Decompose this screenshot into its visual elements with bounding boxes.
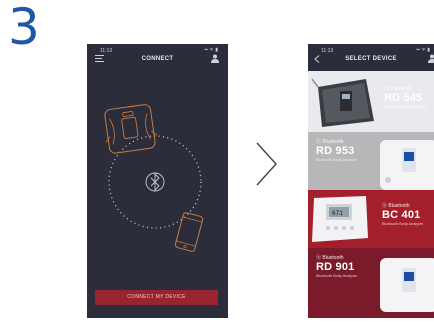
scale-line-art (104, 104, 158, 154)
step-number: 3 (8, 0, 40, 56)
bluetooth-label: ⓑ Bluetooth (316, 255, 344, 261)
model-name: RD 901 (316, 261, 355, 273)
status-bar: 11:13 ▪▪ ᯤ ▮ (87, 44, 228, 56)
model-name: BC 401 (382, 209, 421, 221)
scale-image (380, 258, 434, 312)
model-description: Segmental Body Analyzer (384, 105, 428, 109)
status-bar: 11:13 ▪▪ ᯤ ▮ (308, 44, 434, 56)
status-time: 11:13 (100, 48, 113, 54)
user-icon[interactable] (428, 54, 434, 63)
model-description: Bluetooth Body Analyzer (316, 158, 358, 162)
connect-my-device-button[interactable]: CONNECT MY DEVICE (95, 290, 218, 305)
scale-image (380, 140, 434, 190)
device-item-rd-953[interactable]: ⓑ Bluetooth RD 953 Bluetooth Body Analyz… (308, 132, 434, 190)
device-item-rd-545[interactable]: ⓑ Bluetooth RD 545 Segmental Body Analyz… (308, 71, 434, 132)
device-item-rd-901[interactable]: ⓑ Bluetooth RD 901 Bluetooth Body Analyz… (308, 248, 434, 318)
user-icon[interactable] (211, 54, 219, 63)
model-name: RD 545 (384, 92, 423, 104)
scale-image (311, 78, 374, 127)
status-icons: ▪▪ ᯤ ▮ (416, 47, 430, 53)
model-description: Bluetooth Body Analyzer (382, 222, 424, 226)
bluetooth-label: ⓑ Bluetooth (382, 203, 410, 209)
bluetooth-icon (145, 172, 165, 192)
select-device-screen: 11:13 ▪▪ ᯤ ▮ SELECT DEVICE ⓑ Bluetooth R… (308, 44, 434, 318)
page-title: SELECT DEVICE (345, 56, 397, 62)
phone-line-art (174, 212, 204, 252)
model-name: RD 953 (316, 145, 355, 157)
status-icons: ▪▪ ᯤ ▮ (204, 47, 218, 53)
model-description: Bluetooth Body Analyzer (316, 274, 358, 278)
connect-screen: 11:13 ▪▪ ᯤ ▮ CONNECT CONNECT MY DEVICE (87, 44, 228, 318)
device-item-bc-401[interactable]: 671 ⓑ Bluetooth BC 401 Bluetooth Body An… (308, 190, 434, 248)
bluetooth-label: ⓑ Bluetooth (384, 86, 412, 92)
page-title: CONNECT (141, 56, 174, 62)
bluetooth-label: ⓑ Bluetooth (316, 139, 344, 145)
connect-illustration (104, 104, 204, 252)
scale-image: 671 (312, 196, 368, 242)
status-time: 11:13 (321, 48, 334, 54)
svg-text:671: 671 (332, 210, 343, 217)
chevron-right-icon (256, 142, 277, 186)
